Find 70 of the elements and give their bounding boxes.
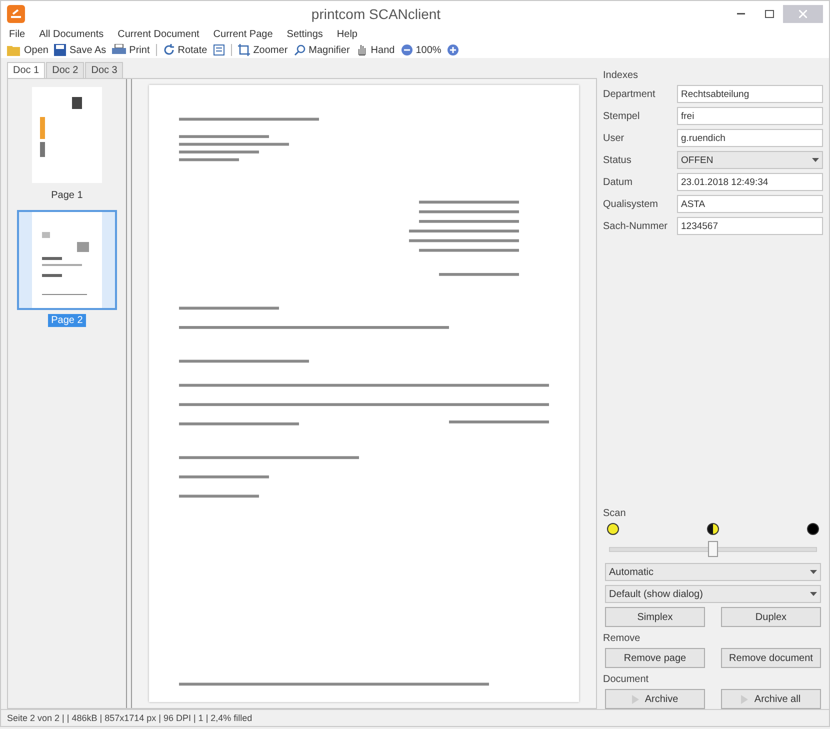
document-tab[interactable]: Doc 3 — [85, 62, 124, 78]
crop-icon — [238, 44, 250, 56]
action-button[interactable]: Simplex — [605, 607, 705, 627]
field-label: Stempel — [603, 110, 641, 122]
input-field[interactable]: 1234567 — [677, 217, 823, 235]
document-tab[interactable]: Doc 1 — [7, 62, 46, 78]
maximize-icon[interactable] — [764, 10, 774, 18]
dropdown-caret-icon — [810, 570, 817, 574]
play-icon — [741, 694, 748, 704]
scale-slider[interactable] — [609, 541, 817, 557]
color-mode-dropdown[interactable]: Automatic — [605, 563, 821, 581]
toolbar-button[interactable]: Print — [112, 44, 150, 56]
window-title: printcom SCANclient — [310, 6, 442, 22]
action-button[interactable]: Remove page — [605, 648, 705, 668]
page-thumbnail[interactable] — [17, 210, 117, 310]
input-field[interactable]: 23.01.2018 12:49:34 — [677, 173, 823, 191]
toolbar-button[interactable]: Magnifier — [294, 44, 350, 56]
archive-button[interactable]: Archive all — [721, 689, 821, 709]
section-title: Indexes — [603, 70, 640, 81]
input-field[interactable]: Rechtsabteilung — [677, 85, 823, 103]
toolbar-button[interactable]: Zoomer — [238, 44, 288, 56]
toolbar-button[interactable] — [213, 44, 226, 56]
menu-item[interactable]: All Documents — [39, 29, 104, 40]
dropdown-caret-icon — [810, 592, 817, 596]
status-bar: Seite 2 von 2 | | 486kB | 857x1714 px | 96 DPI | 1 | 2,4% filled — [1, 709, 829, 726]
close-button[interactable] — [783, 5, 823, 23]
field-label: Department — [603, 88, 656, 100]
section-title: Document — [603, 674, 650, 685]
light-circle-icon — [607, 523, 619, 535]
toolbar-button[interactable]: Save As — [54, 44, 106, 56]
document-tab[interactable]: Doc 2 — [46, 62, 84, 78]
field-label: Sach-Nummer — [603, 220, 668, 232]
status-dropdown[interactable]: OFFEN — [677, 151, 823, 169]
menu-item[interactable]: File — [9, 29, 26, 40]
action-button[interactable]: Duplex — [721, 607, 821, 627]
rotate-icon — [162, 44, 175, 56]
slider-thumb[interactable] — [708, 541, 718, 557]
field-label: Datum — [603, 176, 634, 188]
half-circle-icon — [707, 523, 719, 535]
action-button[interactable]: Remove document — [721, 648, 821, 668]
menu-item[interactable]: Current Document — [118, 29, 200, 40]
app-logo-icon — [7, 5, 25, 23]
dialog-dropdown[interactable]: Default (show dialog) — [605, 585, 821, 603]
search-icon — [294, 44, 306, 56]
archive-button[interactable]: Archive — [605, 689, 705, 709]
section-title: Scan — [603, 508, 627, 519]
toolbar-button[interactable]: Hand — [356, 44, 395, 56]
section-title: Remove — [603, 633, 642, 644]
page-label: Page 2 — [48, 314, 86, 327]
menu-item[interactable]: Help — [336, 29, 358, 40]
input-field[interactable]: frei — [677, 107, 823, 125]
field-label: Qualisystem — [603, 198, 660, 210]
input-field[interactable]: g.ruendich — [677, 129, 823, 147]
hand-icon — [356, 44, 368, 56]
menu-item[interactable]: Current Page — [213, 29, 273, 40]
dropdown-caret-icon — [812, 158, 819, 162]
toolbar-button[interactable] — [447, 44, 460, 56]
play-icon — [632, 694, 639, 704]
folder-icon — [7, 44, 21, 56]
dark-circle-icon — [807, 523, 819, 535]
close-icon — [799, 10, 807, 18]
menu-item[interactable]: Settings — [286, 29, 323, 40]
field-label: Status — [603, 154, 632, 166]
toolbar-button[interactable]: Rotate — [162, 44, 208, 56]
field-label: User — [603, 132, 626, 144]
input-field[interactable]: ASTA — [677, 195, 823, 213]
page-label: Page 1 — [50, 189, 84, 202]
toolbar-button[interactable]: 100% — [400, 44, 442, 56]
minimize-icon[interactable] — [737, 13, 745, 15]
toolbar-button[interactable]: Open — [7, 44, 48, 56]
